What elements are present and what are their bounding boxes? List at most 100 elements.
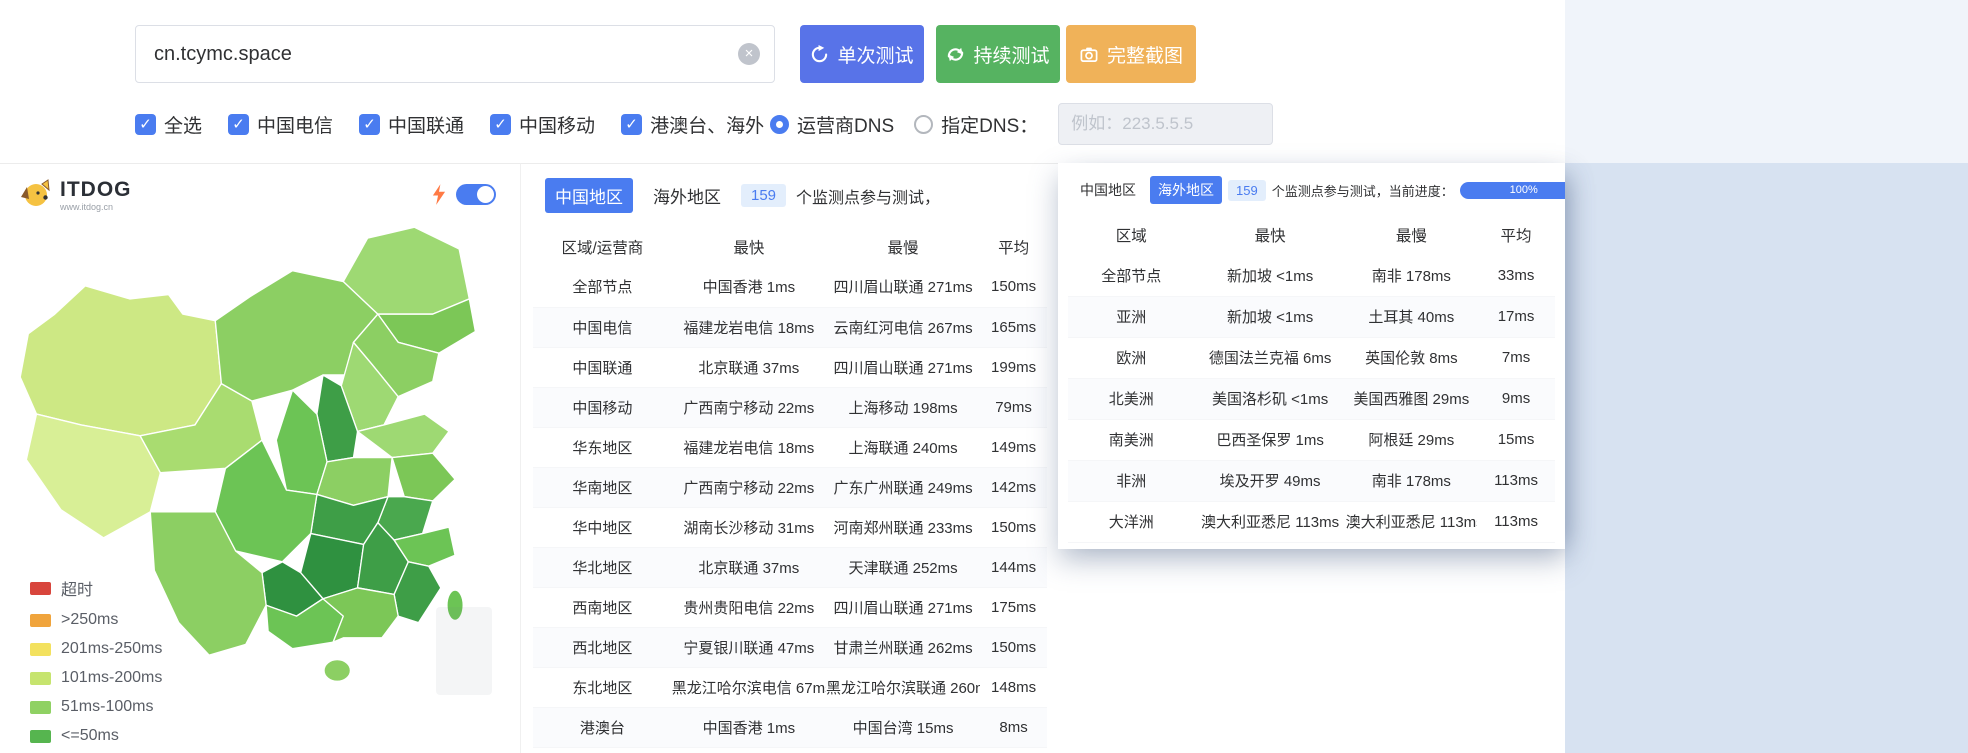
table-row: 华中地区 湖南长沙移动 31ms 河南郑州联通 233ms 150ms — [533, 507, 1047, 548]
monitor-count-text: 个监测点参与测试， — [796, 189, 941, 207]
camera-icon — [1080, 47, 1098, 62]
map-mode-toggle[interactable] — [456, 184, 496, 205]
legend-item: 101ms-200ms — [30, 669, 162, 687]
cell-slowest: 云南红河电信 267ms — [825, 307, 981, 348]
checkbox-checked-icon: ✓ — [359, 113, 381, 135]
cell-average: 7ms — [1477, 337, 1555, 379]
table-row: 东北地区 黑龙江哈尔滨电信 67ms 黑龙江哈尔滨联通 260ms 148ms — [533, 667, 1047, 708]
china-result-panel: 中国地区 海外地区 159 个监测点参与测试， 区域/运营商 最快 最慢 平均 全部节… — [520, 163, 1058, 753]
table-row: 西南地区 贵州贵阳电信 22ms 四川眉山联通 271ms 175ms — [533, 587, 1047, 628]
logo-subtext: www.itdog.cn — [60, 202, 114, 212]
background-right — [1565, 163, 1968, 753]
overseas-result-table: 区域 最快 最慢 平均 全部节点 新加坡 <1ms 南非 178ms 33ms 亚洲 … — [1068, 215, 1555, 543]
china-result-table: 区域/运营商 最快 最慢 平均 全部节点 中国香港 1ms 四川眉山联通 271ms … — [533, 227, 1047, 748]
cell-average: 144ms — [980, 547, 1047, 588]
table-row: 全部节点 中国香港 1ms 四川眉山联通 271ms 150ms — [533, 267, 1047, 308]
full-screenshot-button[interactable]: 完整截图 — [1066, 25, 1196, 83]
cell-fastest: 新加坡 <1ms — [1194, 296, 1346, 338]
cell-average: 150ms — [980, 627, 1047, 668]
legend-label: 超时 — [61, 582, 94, 599]
map-panel: ITDOG www.itdog.cn 超时 >250ms 201ms-250ms… — [0, 163, 520, 753]
cell-region: 西北地区 — [533, 627, 672, 668]
carrier-checkbox[interactable]: ✓ 中国联通 — [359, 111, 464, 138]
checkbox-label: 中国联通 — [388, 115, 465, 137]
column-header: 最快 — [733, 240, 765, 257]
cell-average: 142ms — [980, 467, 1047, 508]
cell-region: 大洋洲 — [1068, 501, 1195, 543]
cell-fastest: 美国洛杉矶 <1ms — [1194, 378, 1346, 420]
table-row: 中国电信 福建龙岩电信 18ms 云南红河电信 267ms 165ms — [533, 307, 1047, 348]
carrier-checkbox[interactable]: ✓ 港澳台、海外 — [621, 111, 764, 138]
cell-region: 东北地区 — [533, 667, 672, 708]
checkbox-label: 中国电信 — [257, 115, 334, 137]
cell-slowest: 上海移动 198ms — [825, 387, 981, 428]
checkbox-label: 港澳台、海外 — [650, 115, 765, 137]
tab-china-region[interactable]: 中国地区 — [1072, 176, 1144, 204]
table-row: 中国联通 北京联通 37ms 四川眉山联通 271ms 199ms — [533, 347, 1047, 388]
radio-carrier-dns[interactable]: 运营商DNS — [770, 111, 894, 138]
cell-region: 南美洲 — [1068, 419, 1195, 461]
custom-dns-input[interactable] — [1058, 103, 1274, 145]
cell-region: 北美洲 — [1068, 378, 1195, 420]
tab-overseas-region[interactable]: 海外地区 — [1150, 176, 1222, 204]
legend-label: >250ms — [61, 611, 119, 628]
legend-label: 51ms-100ms — [61, 698, 154, 715]
cell-region: 中国移动 — [533, 387, 672, 428]
cell-region: 华南地区 — [533, 467, 672, 508]
carrier-checkbox-group: ✓ 全选 ✓ 中国电信 ✓ 中国联通 ✓ 中国移动 ✓ 港澳台、海外 — [135, 111, 764, 138]
cell-fastest: 中国香港 1ms — [671, 267, 826, 308]
legend-label: 101ms-200ms — [61, 669, 163, 686]
clear-input-icon[interactable]: × — [738, 43, 760, 65]
overseas-panel-head: 中国地区 海外地区 159 个监测点参与测试，当前进度： 100% — [1058, 163, 1565, 213]
cell-fastest: 广西南宁移动 22ms — [671, 387, 826, 428]
cell-slowest: 黑龙江哈尔滨联通 260ms — [825, 667, 981, 708]
single-test-button[interactable]: 单次测试 — [800, 25, 924, 83]
cell-region: 全部节点 — [1068, 255, 1195, 297]
background-right-top — [1565, 0, 1968, 163]
cell-slowest: 河南郑州联通 233ms — [825, 507, 981, 548]
cell-slowest: 美国西雅图 29ms — [1345, 378, 1478, 420]
cell-fastest: 埃及开罗 49ms — [1194, 460, 1346, 502]
cell-region: 中国电信 — [533, 307, 672, 348]
table-row: 南美洲 巴西圣保罗 1ms 阿根廷 29ms 15ms — [1068, 419, 1555, 461]
cell-fastest: 贵州贵阳电信 22ms — [671, 587, 826, 628]
legend-label: 201ms-250ms — [61, 640, 163, 657]
cell-slowest: 广东广州联通 249ms — [825, 467, 981, 508]
table-row: 中国移动 广西南宁移动 22ms 上海移动 198ms 79ms — [533, 387, 1047, 428]
checkbox-label: 全选 — [164, 115, 203, 137]
latency-legend: 超时 >250ms 201ms-250ms 101ms-200ms 51ms-1… — [30, 576, 162, 745]
radio-custom-dns[interactable]: 指定DNS： — [914, 111, 1038, 138]
cell-region: 港澳台 — [533, 707, 672, 748]
lightning-icon — [432, 184, 446, 205]
tab-china-region[interactable]: 中国地区 — [545, 178, 633, 213]
cell-slowest: 澳大利亚悉尼 113ms — [1345, 501, 1478, 543]
legend-item: 51ms-100ms — [30, 698, 162, 716]
checkbox-checked-icon: ✓ — [490, 113, 512, 135]
carrier-checkbox[interactable]: ✓ 中国移动 — [490, 111, 595, 138]
map-watermark — [436, 607, 492, 695]
carrier-checkbox[interactable]: ✓ 中国电信 — [228, 111, 333, 138]
checkbox-checked-icon: ✓ — [135, 113, 156, 135]
carrier-checkbox[interactable]: ✓ 全选 — [135, 111, 202, 138]
cell-region: 中国联通 — [533, 347, 672, 388]
cell-average: 79ms — [980, 387, 1047, 428]
itdog-logo: ITDOG www.itdog.cn — [20, 178, 132, 212]
legend-swatch — [30, 729, 51, 743]
table-row: 港澳台 中国香港 1ms 中国台湾 15ms 8ms — [533, 707, 1047, 748]
tab-overseas-region[interactable]: 海外地区 — [643, 178, 731, 213]
table-row: 欧洲 德国法兰克福 6ms 英国伦敦 8ms 7ms — [1068, 337, 1555, 379]
cell-slowest: 英国伦敦 8ms — [1345, 337, 1478, 379]
host-input[interactable] — [136, 42, 738, 66]
cell-slowest: 阿根廷 29ms — [1345, 419, 1478, 461]
continuous-test-button[interactable]: 持续测试 — [936, 25, 1060, 83]
cell-average: 8ms — [980, 707, 1047, 748]
cell-fastest: 巴西圣保罗 1ms — [1194, 419, 1346, 461]
cell-average: 149ms — [980, 427, 1047, 468]
legend-item: 201ms-250ms — [30, 640, 162, 658]
cell-fastest: 湖南长沙移动 31ms — [671, 507, 826, 548]
cell-average: 199ms — [980, 347, 1047, 388]
column-header: 最慢 — [1395, 228, 1427, 245]
app-root: × 单次测试 持续测试 完整截图 — [0, 0, 1968, 753]
table-row: 西北地区 宁夏银川联通 47ms 甘肃兰州联通 262ms 150ms — [533, 627, 1047, 668]
radio-custom-dns-label: 指定DNS： — [941, 115, 1039, 137]
